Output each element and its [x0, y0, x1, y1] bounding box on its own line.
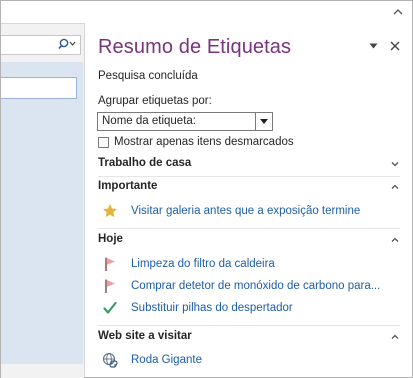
chevron-down-icon[interactable] [255, 113, 272, 130]
section-title: Importante [98, 180, 158, 192]
search-box[interactable] [1, 35, 81, 55]
web-link-icon [102, 352, 118, 368]
tag-item-link[interactable]: Comprar detetor de monóxido de carbono p… [131, 280, 380, 292]
left-pane-footer [1, 364, 83, 378]
section-header-homework[interactable]: Trabalho de casa [98, 157, 400, 173]
section-title: Trabalho de casa [98, 157, 192, 169]
tag-summary-pane: Resumo de Etiquetas Pesquisa concluída A… [85, 23, 412, 377]
pane-controls [366, 39, 402, 53]
tag-item-link[interactable]: Visitar galeria antes que a exposição te… [131, 205, 360, 217]
tag-item[interactable]: Limpeza do filtro da caldeira [102, 256, 398, 272]
checkmark-icon [102, 300, 118, 316]
left-pane [1, 23, 84, 378]
section-header-today[interactable]: Hoje [98, 233, 400, 249]
tag-item[interactable]: Comprar detetor de monóxido de carbono p… [102, 278, 398, 294]
page-title-box[interactable] [1, 77, 77, 99]
section-divider [98, 325, 400, 326]
tag-item[interactable]: Visitar galeria antes que a exposição te… [102, 203, 398, 219]
tag-item-link[interactable]: Substituir pilhas do despertador [131, 302, 293, 314]
unchecked-only-option[interactable]: Mostrar apenas itens desmarcados [98, 136, 294, 148]
star-icon [102, 203, 118, 219]
group-by-label: Agrupar etiquetas por: [98, 95, 212, 107]
collapse-ribbon-icon[interactable] [390, 3, 406, 19]
close-icon[interactable] [388, 39, 402, 53]
chevron-down-icon[interactable] [390, 159, 400, 169]
section-divider [98, 176, 400, 177]
tag-item[interactable]: Roda Gigante [102, 352, 398, 368]
pane-title: Resumo de Etiquetas [98, 36, 292, 58]
tag-item-link[interactable]: Roda Gigante [131, 354, 202, 366]
tag-item[interactable]: Substituir pilhas do despertador [102, 300, 398, 316]
ribbon-strip [1, 1, 412, 23]
search-icon[interactable] [58, 38, 76, 50]
tag-item-link[interactable]: Limpeza do filtro da caldeira [131, 258, 275, 270]
onenote-window: Resumo de Etiquetas Pesquisa concluída A… [0, 0, 413, 378]
flag-icon [102, 256, 118, 272]
section-divider [98, 228, 400, 229]
chevron-up-icon[interactable] [390, 332, 400, 342]
page-list[interactable] [1, 62, 83, 364]
group-by-value: Nome da etiqueta: [102, 115, 196, 127]
pane-options-dropdown-icon[interactable] [366, 39, 380, 53]
chevron-up-icon[interactable] [390, 235, 400, 245]
chevron-up-icon[interactable] [390, 182, 400, 192]
section-title: Web site a visitar [98, 330, 192, 342]
section-title: Hoje [98, 233, 123, 245]
unchecked-only-checkbox[interactable] [98, 136, 109, 148]
search-status: Pesquisa concluída [98, 70, 198, 82]
unchecked-only-label: Mostrar apenas itens desmarcados [114, 136, 294, 148]
section-header-websites[interactable]: Web site a visitar [98, 330, 400, 346]
group-by-select[interactable]: Nome da etiqueta: [97, 112, 273, 131]
flag-icon [102, 278, 118, 294]
section-header-important[interactable]: Importante [98, 180, 400, 196]
